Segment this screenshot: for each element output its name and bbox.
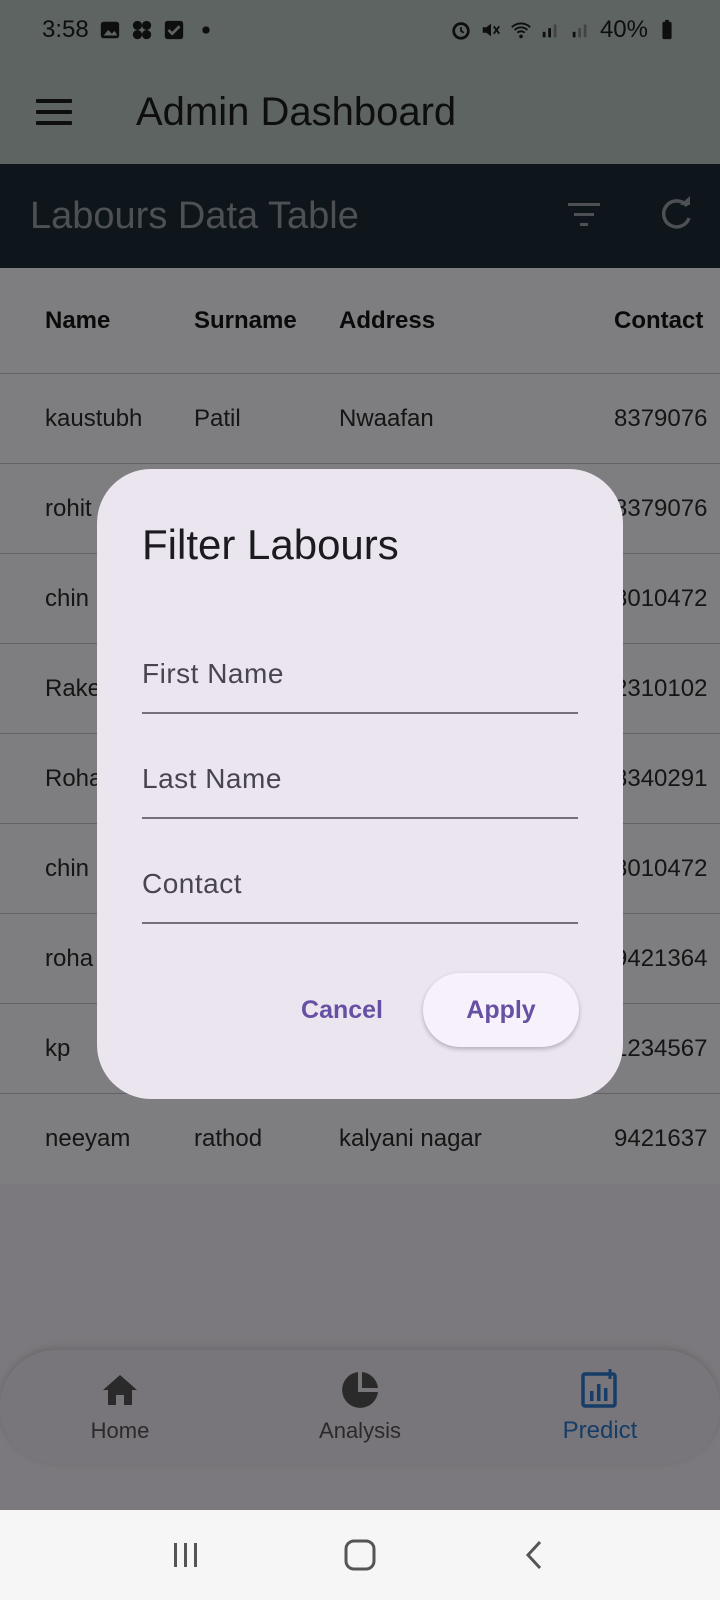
home-button-icon[interactable] — [343, 1538, 377, 1572]
cancel-button[interactable]: Cancel — [301, 996, 383, 1025]
apply-button[interactable]: Apply — [423, 973, 579, 1047]
dialog-actions: Cancel Apply — [97, 973, 623, 1047]
system-nav-bar — [0, 1510, 720, 1600]
dialog-title: Filter Labours — [142, 521, 399, 568]
back-icon[interactable] — [518, 1539, 550, 1571]
filter-dialog: Filter Labours Cancel Apply — [97, 469, 623, 1099]
first-name-field[interactable] — [142, 609, 578, 714]
recents-icon[interactable] — [170, 1539, 202, 1571]
first-name-input[interactable] — [142, 658, 578, 690]
last-name-field[interactable] — [142, 714, 578, 819]
contact-input[interactable] — [142, 868, 578, 900]
contact-field[interactable] — [142, 819, 578, 924]
last-name-input[interactable] — [142, 763, 578, 795]
